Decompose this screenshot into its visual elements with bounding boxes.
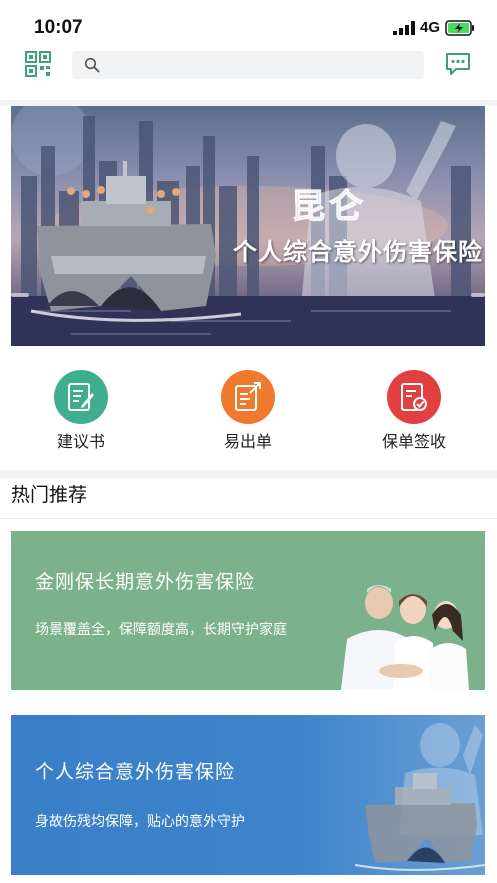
banner-brand: 昆仑 — [291, 187, 367, 228]
search-input[interactable] — [108, 51, 408, 79]
quick-action-label: 建议书 — [56, 432, 105, 451]
status-time: 10:07 — [34, 17, 83, 38]
policy-sign-icon — [387, 370, 441, 424]
ship-artwork — [354, 723, 485, 871]
message-icon[interactable] — [444, 51, 472, 77]
banner-artwork — [11, 106, 485, 346]
banner-title: 个人综合意外伤害保险 — [233, 238, 483, 266]
product-description: 场景覆盖全，保障额度高，长期守护家庭 — [35, 622, 287, 638]
signal-icon — [393, 21, 415, 35]
search-bar[interactable] — [72, 51, 424, 79]
quick-action-easy-issue[interactable]: 易出单 — [193, 370, 303, 460]
section-title: 热门推荐 — [11, 484, 88, 506]
network-type: 4G — [420, 19, 441, 36]
product-description: 身故伤残均保障，贴心的意外守护 — [35, 814, 245, 830]
product-card[interactable]: 个人综合意外伤害保险 身故伤残均保障，贴心的意外守护 — [11, 715, 485, 875]
family-photo — [301, 571, 485, 690]
quick-action-proposal[interactable]: 建议书 — [26, 370, 136, 460]
product-title: 金刚保长期意外伤害保险 — [35, 571, 256, 593]
quick-action-label: 保单签收 — [381, 432, 446, 451]
qr-scan-icon[interactable] — [24, 50, 52, 78]
status-bar: 10:07 4G — [0, 0, 497, 44]
carousel-indicator — [11, 293, 485, 297]
product-card[interactable]: 金刚保长期意外伤害保险 场景覆盖全，保障额度高，长期守护家庭 — [11, 531, 485, 690]
quick-actions: 建议书 易出单 保单签收 — [0, 346, 497, 470]
quick-action-policy-sign[interactable]: 保单签收 — [359, 370, 469, 460]
section-divider — [0, 470, 497, 478]
easy-issue-icon — [221, 370, 275, 424]
promo-banner[interactable]: 昆仑 个人综合意外伤害保险 — [11, 106, 485, 346]
divider — [0, 518, 497, 519]
quick-action-label: 易出单 — [223, 432, 272, 451]
product-title: 个人综合意外伤害保险 — [35, 761, 236, 783]
battery-charging-icon — [445, 20, 474, 36]
proposal-icon — [54, 370, 108, 424]
search-icon — [84, 57, 100, 73]
top-bar — [0, 44, 497, 94]
